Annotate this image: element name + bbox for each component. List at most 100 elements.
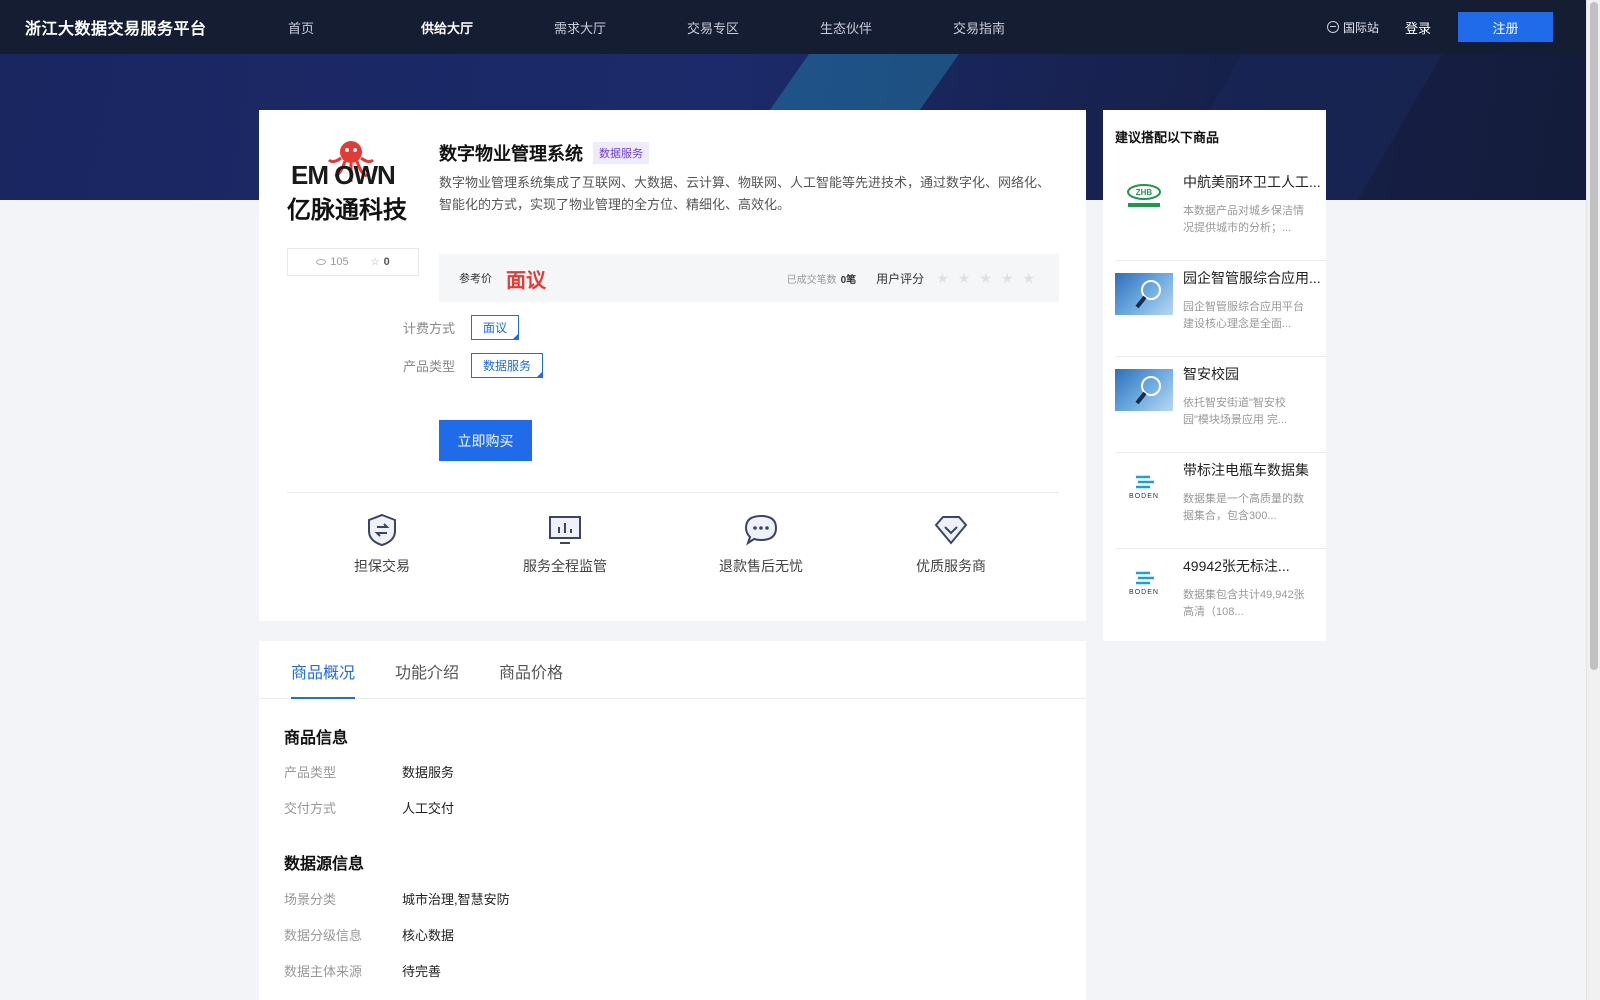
intl-site-link[interactable]: 国际站 xyxy=(1326,19,1379,36)
monitor-chart-icon xyxy=(545,510,585,550)
header-actions: 国际站 登录 注册 xyxy=(1326,12,1553,42)
logo-chinese-text: 亿脉通科技 xyxy=(287,197,407,224)
recommended-item[interactable]: BODEN 49942张无标注... 数据集包含共计49,942张高清（108.… xyxy=(1115,549,1326,645)
star-icon: ★ xyxy=(957,269,971,286)
billing-option[interactable]: 面议 xyxy=(471,315,520,340)
info-key: 产品类型 xyxy=(284,765,337,780)
login-link[interactable]: 登录 xyxy=(1405,18,1431,37)
type-option[interactable]: 数据服务 xyxy=(471,353,544,378)
nav-trade-guide[interactable]: 交易指南 xyxy=(953,18,1086,37)
info-value: 核心数据 xyxy=(402,928,455,943)
star-icon: ★ xyxy=(979,269,992,286)
tab-pricing[interactable]: 商品价格 xyxy=(499,641,563,698)
type-label: 产品类型 xyxy=(403,359,456,374)
info-row: 场景分类 城市治理,智慧安防 xyxy=(284,889,510,908)
register-button[interactable]: 注册 xyxy=(1458,12,1553,42)
service-features: 担保交易 服务全程监管 退款售后无忧 优质服务商 xyxy=(287,510,1059,576)
product-card: EM OWN 亿脉通科技 105 ☆ 0 数字物业管理系统 数据服务 数字物业管理… xyxy=(259,110,1086,621)
svg-text:BODEN: BODEN xyxy=(1129,589,1159,596)
star-icon: ★ xyxy=(936,269,949,286)
page-scrollbar[interactable] xyxy=(1586,0,1600,1000)
nav-eco-partners[interactable]: 生态伙伴 xyxy=(820,18,953,37)
recommended-item-desc: 依托智安街道"智安校园"模块场景应用 完... xyxy=(1183,397,1288,426)
info-row: 交付方式 人工交付 xyxy=(284,798,454,817)
sidebar-title: 建议搭配以下商品 xyxy=(1115,130,1220,145)
info-value: 数据服务 xyxy=(402,765,455,780)
top-navbar: 浙江大数据交易服务平台 首页 供给大厅 需求大厅 交易专区 生态伙伴 交易指南 … xyxy=(0,0,1586,54)
magnifier-photo-icon xyxy=(1115,369,1173,411)
buy-now-button[interactable]: 立即购买 xyxy=(439,420,532,461)
info-value: 城市治理,智慧安防 xyxy=(402,892,510,907)
star-icon: ★ xyxy=(1022,269,1035,286)
recommended-item-desc: 数据集是一个高质量的数据集合，包含300... xyxy=(1183,493,1304,522)
price-bar: 参考价 面议 已成交笔数 0笔 用户评分 ★ ★ ★ ★ ★ xyxy=(439,254,1059,302)
feature-quality-provider: 优质服务商 xyxy=(916,510,986,576)
main-nav: 首页 供给大厅 需求大厅 交易专区 生态伙伴 交易指南 xyxy=(288,18,1086,37)
detail-tabs-card: 商品概况 功能介绍 商品价格 商品信息 产品类型 数据服务 交付方式 人工交付 … xyxy=(259,641,1086,1000)
brand-title[interactable]: 浙江大数据交易服务平台 xyxy=(25,15,265,39)
category-tag: 数据服务 xyxy=(593,142,649,164)
product-title: 数字物业管理系统 xyxy=(439,144,583,164)
feature-label: 担保交易 xyxy=(354,558,410,574)
rating-stars: ★ ★ ★ ★ ★ xyxy=(936,270,1035,287)
recommended-item-name: 中航美丽环卫工人工... xyxy=(1183,174,1321,190)
recommended-item[interactable]: BODEN 带标注电瓶车数据集 数据集是一个高质量的数据集合，包含300... xyxy=(1115,453,1326,549)
price-value: 面议 xyxy=(506,269,546,292)
recommended-item-name: 49942张无标注... xyxy=(1183,558,1290,574)
recommendation-sidebar: 建议搭配以下商品 ZHB 中航美丽环卫工人工... 本数据产品对城乡保洁情况提供… xyxy=(1103,110,1326,641)
recommended-item-name: 智安校园 xyxy=(1183,366,1239,382)
intl-site-label: 国际站 xyxy=(1342,20,1379,35)
recommended-item[interactable]: 智安校园 依托智安街道"智安校园"模块场景应用 完... xyxy=(1115,357,1326,453)
feature-label: 退款售后无忧 xyxy=(719,558,803,574)
recommended-item-name: 带标注电瓶车数据集 xyxy=(1183,462,1309,478)
nav-demand-hall[interactable]: 需求大厅 xyxy=(554,18,687,37)
product-stats: 105 ☆ 0 xyxy=(287,248,419,276)
bodenai-logo-icon: BODEN xyxy=(1115,561,1173,603)
tab-overview[interactable]: 商品概况 xyxy=(291,641,356,699)
info-key: 数据分级信息 xyxy=(284,928,363,943)
nav-supply-hall[interactable]: 供给大厅 xyxy=(421,18,554,37)
tab-features[interactable]: 功能介绍 xyxy=(395,641,459,698)
product-description: 数字物业管理系统集成了互联网、大数据、云计算、物联网、人工智能等先进技术，通过数… xyxy=(439,175,1051,212)
nav-home[interactable]: 首页 xyxy=(288,18,421,37)
nav-trade-zone[interactable]: 交易专区 xyxy=(687,18,820,37)
source-info-title: 数据源信息 xyxy=(284,856,365,873)
globe-icon xyxy=(1326,21,1339,33)
title-row: 数字物业管理系统 数据服务 xyxy=(439,140,649,166)
info-key: 数据主体来源 xyxy=(284,964,363,979)
divider xyxy=(287,492,1059,493)
feature-refund: 退款售后无忧 xyxy=(719,510,803,576)
recommended-item-desc: 园企智管服综合应用平台建设核心理念是全面... xyxy=(1183,301,1304,330)
recommended-item-desc: 数据集包含共计49,942张高清（108... xyxy=(1183,589,1305,618)
chat-bubble-icon xyxy=(741,510,781,550)
vendor-logo: EM OWN 亿脉通科技 105 ☆ 0 xyxy=(287,138,419,278)
rating-label: 用户评分 xyxy=(876,271,925,286)
favorites-stat[interactable]: ☆ 0 xyxy=(371,256,390,268)
info-value: 人工交付 xyxy=(402,801,455,816)
shield-exchange-icon xyxy=(362,510,402,550)
info-value: 待完善 xyxy=(402,964,442,979)
feature-guarantee: 担保交易 xyxy=(354,510,410,576)
billing-row: 计费方式 面议 xyxy=(403,315,520,340)
price-label: 参考价 xyxy=(459,273,492,285)
star-outline-icon: ☆ xyxy=(370,256,380,268)
info-row: 产品类型 数据服务 xyxy=(284,762,454,781)
zhb-logo-icon: ZHB xyxy=(1115,177,1173,219)
info-row: 数据分级信息 核心数据 xyxy=(284,925,454,944)
info-key: 场景分类 xyxy=(284,892,337,907)
star-icon: ★ xyxy=(1000,269,1014,286)
feature-label: 优质服务商 xyxy=(916,558,986,574)
magnifier-photo-icon xyxy=(1115,273,1173,315)
recommended-item[interactable]: ZHB 中航美丽环卫工人工... 本数据产品对城乡保洁情况提供城市的分析；... xyxy=(1115,165,1326,261)
recommended-item[interactable]: 园企智管服综合应用... 园企智管服综合应用平台建设核心理念是全面... xyxy=(1115,261,1326,357)
scrollbar-thumb[interactable] xyxy=(1590,2,1598,670)
billing-label: 计费方式 xyxy=(403,321,456,336)
type-row: 产品类型 数据服务 xyxy=(403,353,544,378)
info-key: 交付方式 xyxy=(284,801,337,816)
svg-text:BODEN: BODEN xyxy=(1129,493,1159,500)
recommended-item-desc: 本数据产品对城乡保洁情况提供城市的分析；... xyxy=(1183,205,1304,234)
svg-text:ZHB: ZHB xyxy=(1136,188,1153,197)
detail-tabs: 商品概况 功能介绍 商品价格 xyxy=(259,641,1086,699)
bodenai-logo-icon: BODEN xyxy=(1115,465,1173,507)
recommended-item-name: 园企智管服综合应用... xyxy=(1183,270,1321,286)
